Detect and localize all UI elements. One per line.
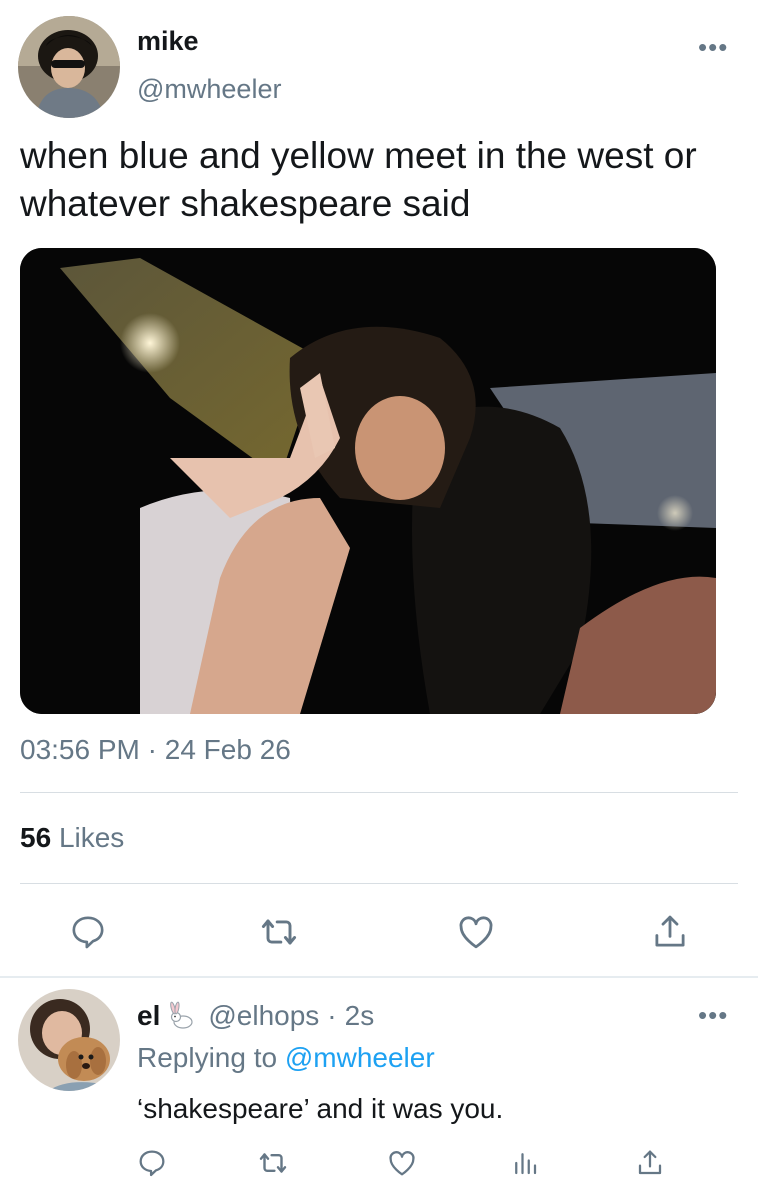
reply-separator: · <box>327 1000 337 1031</box>
tweet-time: 03:56 PM <box>20 734 140 765</box>
more-dots-icon[interactable]: ••• <box>698 1002 728 1028</box>
tweet-text: when blue and yellow meet in the west or… <box>20 135 697 224</box>
share-icon[interactable] <box>633 1146 667 1180</box>
like-icon[interactable] <box>454 910 498 954</box>
reply-author-avatar[interactable] <box>18 989 120 1091</box>
reply-author-handle[interactable]: @elhops <box>208 1000 319 1032</box>
rabbit-icon <box>166 1001 196 1031</box>
more-dots-icon[interactable]: ••• <box>698 34 728 60</box>
section-separator <box>0 976 758 978</box>
tweet-photo[interactable] <box>20 248 716 714</box>
meta-separator: · <box>147 734 157 765</box>
reply-time: 2s <box>344 1000 375 1031</box>
divider <box>20 792 738 793</box>
analytics-icon[interactable] <box>508 1146 542 1180</box>
likes-count-link[interactable]: 56 Likes <box>20 822 124 854</box>
reply-icon[interactable] <box>66 910 110 954</box>
reply-text: ‘shakespeare’ and it was you. <box>137 1093 504 1124</box>
replying-prefix: Replying to <box>137 1042 278 1073</box>
reply-header: el @elhops · 2s <box>137 1000 374 1032</box>
divider <box>20 883 738 884</box>
tweet-timestamp: 03:56 PM · 24 Feb 26 <box>20 734 291 766</box>
likes-label: Likes <box>58 822 125 853</box>
likes-count: 56 <box>20 822 52 853</box>
share-icon[interactable] <box>648 910 692 954</box>
retweet-icon[interactable] <box>257 910 301 954</box>
like-icon[interactable] <box>385 1146 419 1180</box>
author-handle[interactable]: @mwheeler <box>137 74 281 105</box>
author-name[interactable]: mike <box>137 26 199 57</box>
retweet-icon[interactable] <box>256 1146 290 1180</box>
author-avatar[interactable] <box>18 16 120 118</box>
tweet-date: 24 Feb 26 <box>164 734 291 765</box>
replying-mention-link[interactable]: @mwheeler <box>285 1042 435 1073</box>
reply-icon[interactable] <box>135 1146 169 1180</box>
replying-to: Replying to @mwheeler <box>137 1042 435 1074</box>
reply-author-name[interactable]: el <box>137 1000 160 1032</box>
